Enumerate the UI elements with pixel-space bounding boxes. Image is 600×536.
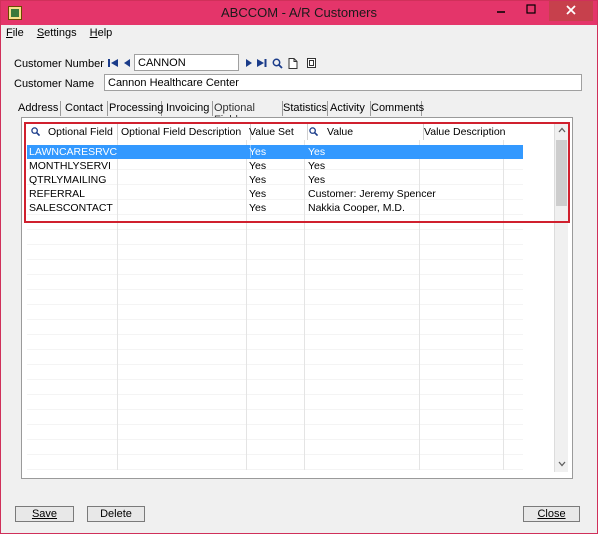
column-optional-field-description[interactable]: Optional Field Description (121, 124, 251, 140)
column-value-description-label: Value Description (424, 126, 506, 138)
menu-help[interactable]: Help (90, 27, 113, 39)
tab-contact[interactable]: Contact (61, 101, 108, 116)
delete-button[interactable]: Delete (87, 506, 145, 522)
save-button[interactable]: Save (15, 506, 74, 522)
search-icon[interactable] (309, 127, 318, 136)
cell-optional-field: LAWNCARESRVC (29, 146, 118, 158)
next-record-icon (246, 59, 252, 67)
menu-bar: File Settings Help (6, 27, 122, 43)
cell-value: Nakkia Cooper, M.D. (308, 202, 405, 214)
cell-value-set: Yes (249, 188, 267, 200)
column-value[interactable]: Value (307, 124, 424, 140)
new-document-icon (288, 58, 298, 69)
cell-optional-field-description (120, 145, 251, 158)
first-record-icon (107, 59, 118, 67)
tab-comments[interactable]: Comments (367, 101, 424, 116)
tab-statistics[interactable]: Statistics (279, 101, 328, 116)
zoom-icon (307, 58, 316, 68)
cell-value-set: Yes (249, 174, 267, 186)
previous-record-button[interactable] (121, 58, 133, 70)
zoom-button[interactable] (306, 58, 318, 70)
vertical-scrollbar[interactable] (554, 124, 568, 472)
last-record-button[interactable] (255, 58, 267, 70)
column-value-set[interactable]: Value Set (249, 124, 308, 140)
close-button-label: Close (537, 508, 566, 520)
table-row[interactable]: QTRLYMAILING Yes Yes (27, 173, 523, 187)
grid-header: Optional Field Optional Field Descriptio… (27, 124, 555, 140)
delete-button-label: Delete (100, 508, 132, 520)
close-icon (566, 5, 576, 15)
first-record-button[interactable] (107, 58, 119, 70)
table-row[interactable]: SALESCONTACT Yes Nakkia Cooper, M.D. (27, 201, 523, 215)
minimize-icon (497, 11, 505, 13)
table-row[interactable]: MONTHLYSERVI Yes Yes (27, 159, 523, 173)
scroll-down-button[interactable] (555, 458, 568, 472)
column-optional-field-label: Optional Field (48, 126, 113, 138)
cell-optional-field: REFERRAL (29, 188, 86, 200)
tab-optional-fields[interactable]: Optional Fields (210, 101, 283, 126)
title-bar[interactable]: ABCCOM - A/R Customers (1, 1, 597, 25)
minimize-button[interactable] (487, 1, 515, 21)
tab-invoicing[interactable]: Invoicing (162, 101, 213, 116)
column-value-set-label: Value Set (249, 126, 294, 138)
cell-value-set: Yes (249, 160, 267, 172)
customer-number-input[interactable]: CANNON (134, 54, 239, 71)
next-record-button[interactable] (243, 58, 255, 70)
last-record-icon (256, 59, 266, 67)
menu-settings[interactable]: Settings (37, 27, 77, 39)
search-icon[interactable] (31, 127, 40, 136)
close-button[interactable]: Close (523, 506, 580, 522)
cell-value-set: Yes (249, 202, 267, 214)
new-record-button[interactable] (287, 58, 299, 70)
scroll-thumb[interactable] (556, 140, 567, 206)
cell-value: Yes (308, 174, 326, 186)
cell-value-set: Yes (249, 146, 267, 158)
tab-activity[interactable]: Activity (326, 101, 371, 116)
save-button-label: Save (31, 508, 58, 520)
scroll-up-button[interactable] (555, 124, 568, 138)
cell-optional-field: SALESCONTACT (29, 202, 113, 214)
column-value-description[interactable]: Value Description (423, 124, 507, 140)
cell-value: Customer: Jeremy Spencer (308, 188, 436, 200)
chevron-down-icon (558, 461, 565, 467)
column-optional-field[interactable]: Optional Field (27, 124, 118, 140)
cell-optional-field: MONTHLYSERVI (29, 160, 111, 172)
customer-name-input[interactable]: Cannon Healthcare Center (104, 74, 582, 91)
maximize-icon (526, 4, 536, 14)
cell-value: Yes (308, 146, 326, 158)
table-row[interactable]: LAWNCARESRVC Yes Yes (27, 145, 523, 159)
tab-processing[interactable]: Processing (105, 101, 163, 116)
customer-name-label: Customer Name (14, 78, 95, 90)
previous-record-icon (124, 59, 130, 67)
cell-value: Yes (308, 160, 326, 172)
table-row[interactable]: REFERRAL Yes Customer: Jeremy Spencer (27, 187, 523, 201)
column-optional-field-description-label: Optional Field Description (121, 126, 242, 138)
search-icon (272, 58, 283, 69)
menu-file[interactable]: File (6, 27, 24, 39)
finder-button[interactable] (271, 58, 283, 70)
cell-optional-field: QTRLYMAILING (29, 174, 107, 186)
customer-number-label: Customer Number (14, 58, 104, 70)
chevron-up-icon (558, 127, 565, 133)
tab-address[interactable]: Address (14, 101, 61, 116)
close-window-button[interactable] (549, 1, 593, 21)
maximize-button[interactable] (517, 1, 545, 21)
optional-fields-panel: Optional Field Optional Field Descriptio… (21, 117, 573, 479)
column-value-label: Value (327, 126, 354, 138)
customers-window: ABCCOM - A/R Customers File Settings Hel… (0, 0, 598, 534)
